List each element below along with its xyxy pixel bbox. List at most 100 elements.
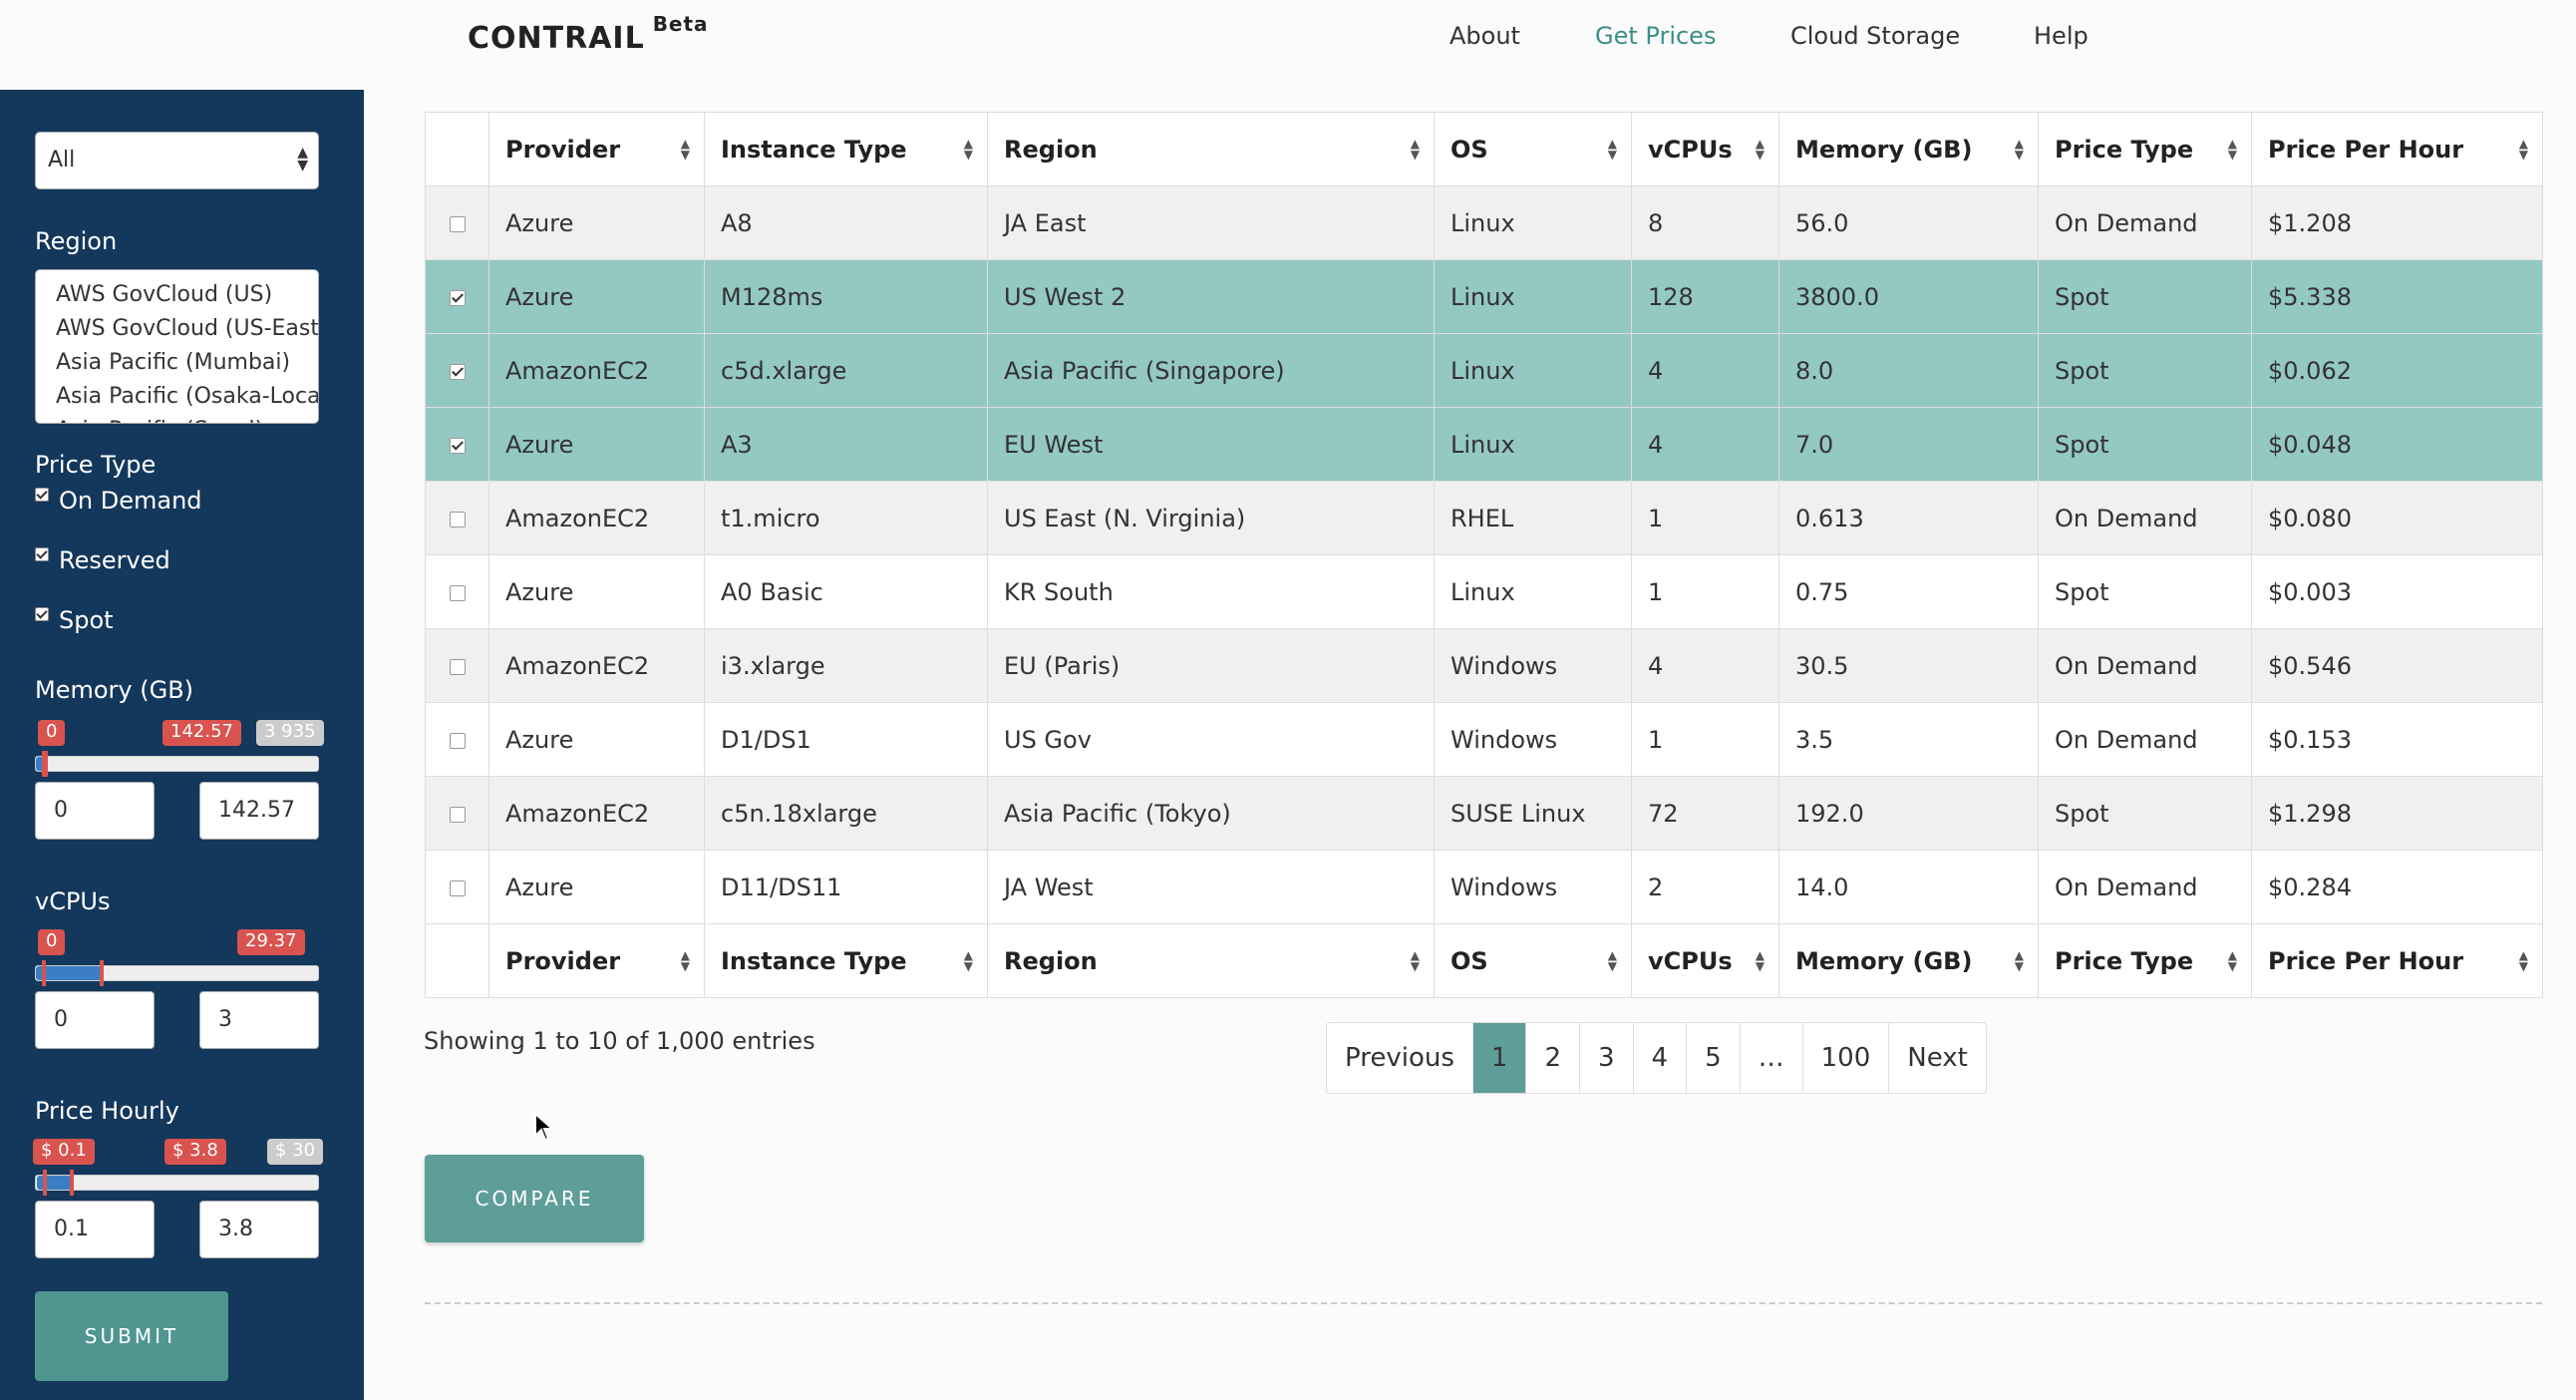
table-row[interactable]: AmazonEC2 c5n.18xlarge Asia Pacific (Tokyo…	[425, 776, 2543, 851]
table-row[interactable]: Azure D1/DS1 US Gov Windows 1 3.5 On Demand $0.…	[425, 702, 2543, 777]
row-select-cell	[425, 702, 489, 777]
pagination-page[interactable]: 3	[1580, 1023, 1634, 1093]
pagination-next[interactable]: Next	[1889, 1023, 1986, 1093]
price-type-on-demand[interactable]: On Demand	[35, 487, 202, 515]
row-checkbox[interactable]	[449, 437, 466, 454]
slider-handle-max[interactable]	[99, 960, 104, 986]
column-header-os[interactable]: OS ▲ ▼	[1434, 112, 1632, 186]
checkbox-reserved[interactable]	[35, 547, 49, 561]
region-option[interactable]: AWS GovCloud (US)	[56, 278, 318, 312]
cell-memory: 8.0	[1778, 333, 2039, 408]
column-footer-region[interactable]: Region ▲ ▼	[987, 923, 1435, 998]
table-row[interactable]: AmazonEC2 t1.micro US East (N. Virginia) RH…	[425, 481, 2543, 555]
app-logo[interactable]: CONTRAIL Beta	[468, 12, 709, 56]
price-type-spot[interactable]: Spot	[35, 606, 114, 634]
slider-handle-min[interactable]	[42, 960, 46, 986]
cell-vcpus: 1	[1631, 702, 1779, 777]
row-checkbox[interactable]	[449, 658, 466, 675]
memory-max-input[interactable]: 142.57	[199, 782, 319, 840]
table-row[interactable]: Azure A3 EU West Linux 4 7.0 Spot $0.048	[425, 407, 2543, 482]
column-footer-provider[interactable]: Provider ▲ ▼	[488, 923, 705, 998]
select-column-footer	[425, 923, 489, 998]
column-footer-price-type[interactable]: Price Type ▲ ▼	[2038, 923, 2252, 998]
table-row[interactable]: AmazonEC2 c5d.xlarge Asia Pacific (Singapo…	[425, 333, 2543, 408]
pagination-page[interactable]: 100	[1803, 1023, 1890, 1093]
vcpus-min-input[interactable]: 0	[35, 991, 155, 1049]
cell-os: Windows	[1434, 850, 1632, 924]
table-row[interactable]: Azure A8 JA East Linux 8 56.0 On Demand $1.208	[425, 185, 2543, 260]
cell-price-per-hour: $1.208	[2251, 185, 2543, 260]
cell-region: US Gov	[987, 702, 1435, 777]
memory-range-slider[interactable]	[35, 751, 319, 777]
column-header-vcpus[interactable]: vCPUs ▲ ▼	[1631, 112, 1779, 186]
row-checkbox[interactable]	[449, 215, 466, 232]
region-option[interactable]: Asia Pacific (Mumbai)	[56, 346, 318, 380]
row-checkbox[interactable]	[449, 511, 466, 527]
column-footer-os[interactable]: OS ▲ ▼	[1434, 923, 1632, 998]
price-range-slider[interactable]	[35, 1170, 319, 1196]
row-checkbox[interactable]	[449, 732, 466, 749]
column-footer-vcpus[interactable]: vCPUs ▲ ▼	[1631, 923, 1779, 998]
price-min-tag: $ 0.1	[33, 1139, 95, 1165]
compare-button[interactable]: COMPARE	[425, 1155, 644, 1242]
price-type-reserved[interactable]: Reserved	[35, 546, 170, 574]
pagination-page[interactable]: 5	[1687, 1023, 1741, 1093]
price-max-input[interactable]: 3.8	[199, 1201, 319, 1258]
column-footer-price-per-hour[interactable]: Price Per Hour ▲ ▼	[2251, 923, 2543, 998]
checkbox-spot[interactable]	[35, 607, 49, 621]
price-hourly-label: Price Hourly	[35, 1097, 179, 1125]
cell-instance-type: c5d.xlarge	[704, 333, 988, 408]
column-header-price-type[interactable]: Price Type ▲ ▼	[2038, 112, 2252, 186]
column-header-region[interactable]: Region ▲ ▼	[987, 112, 1435, 186]
row-checkbox[interactable]	[449, 806, 466, 823]
vcpus-max-input[interactable]: 3	[199, 991, 319, 1049]
prices-table: Provider ▲ ▼ Instance Type ▲ ▼ Region ▲ ▼ OS ▲ ▼…	[425, 112, 2543, 998]
memory-min-input[interactable]: 0	[35, 782, 155, 840]
row-checkbox[interactable]	[449, 879, 466, 896]
sort-icon: ▲ ▼	[2518, 948, 2528, 973]
submit-button[interactable]: SUBMIT	[35, 1291, 228, 1381]
cell-price-type: On Demand	[2038, 628, 2252, 703]
sort-icon: ▲ ▼	[1607, 948, 1617, 973]
checkbox-on-demand[interactable]	[35, 488, 49, 502]
region-option[interactable]: AWS GovCloud (US-East)	[56, 312, 318, 346]
column-header-provider[interactable]: Provider ▲ ▼	[488, 112, 705, 186]
table-row[interactable]: AmazonEC2 i3.xlarge EU (Paris) Windows 4 30.5…	[425, 628, 2543, 703]
cell-os: RHEL	[1434, 481, 1632, 555]
column-footer-instance-type[interactable]: Instance Type ▲ ▼	[704, 923, 988, 998]
vcpus-cur-tag: 29.37	[237, 929, 305, 955]
region-option[interactable]: Asia Pacific (Seoul)	[56, 414, 318, 423]
price-min-input[interactable]: 0.1	[35, 1201, 155, 1258]
column-header-instance-type[interactable]: Instance Type ▲ ▼	[704, 112, 988, 186]
nav-get-prices[interactable]: Get Prices	[1595, 22, 1716, 50]
prices-table-wrapper: Provider ▲ ▼ Instance Type ▲ ▼ Region ▲ ▼ OS ▲ ▼…	[425, 112, 2543, 998]
provider-select[interactable]: All ▲ ▼	[35, 132, 319, 189]
cell-price-per-hour: $0.048	[2251, 407, 2543, 482]
pagination-page[interactable]: 1	[1472, 1023, 1527, 1093]
row-checkbox[interactable]	[449, 289, 466, 306]
cell-vcpus: 4	[1631, 333, 1779, 408]
region-listbox[interactable]: AWS GovCloud (US) AWS GovCloud (US-East)…	[35, 269, 319, 424]
table-row[interactable]: Azure A0 Basic KR South Linux 1 0.75 Spot $0.00…	[425, 554, 2543, 629]
column-header-price-per-hour[interactable]: Price Per Hour ▲ ▼	[2251, 112, 2543, 186]
cell-memory: 0.613	[1778, 481, 2039, 555]
nav-cloud-storage[interactable]: Cloud Storage	[1790, 22, 1960, 50]
slider-handle-max[interactable]	[70, 1170, 75, 1196]
row-checkbox[interactable]	[449, 584, 466, 601]
pagination-page[interactable]: 4	[1634, 1023, 1688, 1093]
slider-handle-max[interactable]	[44, 751, 49, 777]
region-option[interactable]: Asia Pacific (Osaka-Local)	[56, 380, 318, 414]
cell-os: Windows	[1434, 702, 1632, 777]
row-checkbox[interactable]	[449, 363, 466, 380]
nav-about[interactable]: About	[1449, 22, 1520, 50]
table-row[interactable]: Azure D11/DS11 JA West Windows 2 14.0 On Deman…	[425, 850, 2543, 924]
column-footer-memory[interactable]: Memory (GB) ▲ ▼	[1778, 923, 2039, 998]
column-header-memory[interactable]: Memory (GB) ▲ ▼	[1778, 112, 2039, 186]
slider-handle-min[interactable]	[42, 1170, 47, 1196]
table-row[interactable]: Azure M128ms US West 2 Linux 128 3800.0 Spot $5…	[425, 259, 2543, 334]
vcpus-range-slider[interactable]	[35, 960, 319, 986]
pagination-page[interactable]: 2	[1526, 1023, 1580, 1093]
pagination-previous[interactable]: Previous	[1327, 1023, 1473, 1093]
nav-help[interactable]: Help	[2034, 22, 2089, 50]
mouse-cursor-icon	[534, 1112, 555, 1142]
